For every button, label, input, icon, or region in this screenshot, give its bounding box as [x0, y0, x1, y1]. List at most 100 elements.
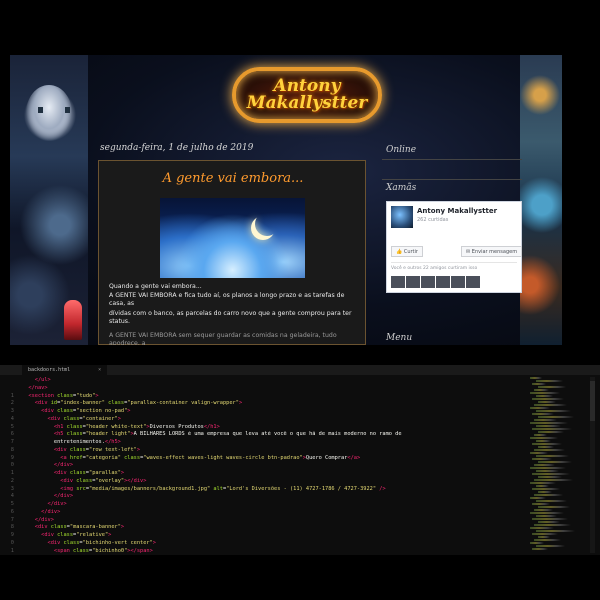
- code-token: <h5: [53, 431, 67, 438]
- code-line[interactable]: <div class="overlay"></div>: [22, 478, 527, 486]
- code-token: >: [108, 532, 112, 538]
- minimap-line: [536, 395, 553, 397]
- minimap[interactable]: [530, 377, 575, 553]
- code-token: "categoria": [85, 454, 125, 461]
- line-number: [0, 377, 20, 385]
- code-line[interactable]: <div class="relative">: [22, 532, 527, 540]
- widget-title-xamas: Xamãs: [386, 183, 417, 193]
- fb-like-label: Curtir: [403, 249, 418, 255]
- code-token: <div: [41, 532, 58, 538]
- code-line[interactable]: <div class="row text-left">: [22, 447, 527, 455]
- code-line[interactable]: </div>: [22, 501, 527, 509]
- code-area[interactable]: </ul> </nav> <section class="tudo"> <div…: [22, 377, 527, 555]
- minimap-line: [532, 548, 548, 550]
- fb-page-name[interactable]: Antony Makallystter: [417, 207, 497, 215]
- line-number: 4: [10, 415, 14, 422]
- code-token: <div: [53, 470, 70, 476]
- post-body: Quando a gente vai embora... A GENTE VAI…: [109, 283, 359, 345]
- code-token: </div>: [53, 462, 74, 469]
- minimap-line: [534, 509, 554, 511]
- minimap-line: [538, 491, 553, 493]
- line-number: 1: [10, 547, 14, 554]
- fb-message-button[interactable]: ✉ Enviar mensagem: [461, 246, 523, 257]
- code-token: class: [108, 400, 125, 407]
- code-token: >: [238, 400, 243, 407]
- friend-avatar[interactable]: [406, 276, 420, 288]
- code-line[interactable]: <h1 class="header white-text">Diversos P…: [22, 424, 527, 432]
- code-token: <span: [53, 547, 74, 554]
- code-token: class: [69, 446, 86, 453]
- code-token: class: [66, 423, 83, 430]
- code-token: </div>: [34, 516, 54, 523]
- code-line[interactable]: <div class="bichinho-vert center">: [22, 540, 527, 548]
- minimap-line: [536, 515, 557, 517]
- close-icon[interactable]: ×: [98, 367, 101, 373]
- scrollbar-thumb[interactable]: [590, 381, 595, 421]
- code-line[interactable]: <span class="bichinho0"></span>: [22, 548, 527, 556]
- avatar[interactable]: [391, 206, 413, 228]
- code-line[interactable]: <img src="media/images/banners/backgroun…: [22, 486, 527, 494]
- right-wallpaper-image: [520, 55, 562, 345]
- post-line-faded: A GENTE VAI EMBORA sem sequer guardar as…: [109, 332, 337, 345]
- tab-backdoors-html[interactable]: backdoors.html ×: [22, 365, 108, 375]
- widget-title-online: Online: [386, 145, 417, 155]
- post-line: Quando a gente vai embora...: [109, 283, 202, 290]
- code-token: class: [50, 524, 67, 531]
- code-line[interactable]: <section class="tudo">: [22, 393, 527, 401]
- code-line[interactable]: </nav>: [22, 385, 527, 393]
- widget-divider: [382, 179, 522, 180]
- code-line[interactable]: </div>: [22, 462, 527, 470]
- code-line[interactable]: entretenimentos.</h5>: [22, 439, 527, 447]
- minimap-line: [536, 380, 563, 382]
- code-line[interactable]: </div>: [22, 509, 527, 517]
- post-title[interactable]: A gente vai embora...: [99, 171, 367, 186]
- site-logo[interactable]: Antony Makallystter: [232, 67, 382, 123]
- code-line[interactable]: <div id="index-banner" class="parallax-c…: [22, 400, 527, 408]
- minimap-line: [530, 467, 566, 469]
- code-token: "tudo": [76, 392, 96, 399]
- friend-avatar[interactable]: [451, 276, 465, 288]
- code-line[interactable]: <div class="container">: [22, 416, 527, 424]
- minimap-line: [530, 422, 568, 424]
- fb-like-button[interactable]: 👍 Curtir: [391, 246, 423, 257]
- minimap-line: [538, 401, 557, 403]
- code-token: class: [57, 408, 74, 414]
- code-line[interactable]: </ul>: [22, 377, 527, 385]
- code-token: class: [57, 392, 74, 399]
- code-token: "section no-pad": [76, 408, 128, 414]
- minimap-line: [530, 392, 560, 394]
- minimap-line: [536, 470, 559, 472]
- code-line[interactable]: <a href="categoria" class="waves-effect …: [22, 455, 527, 463]
- minimap-line: [534, 464, 556, 466]
- minimap-line: [530, 542, 544, 544]
- minimap-line: [538, 506, 571, 508]
- friend-avatar[interactable]: [391, 276, 405, 288]
- code-line[interactable]: <h5 class="header light">A BILHARES LORD…: [22, 431, 527, 439]
- line-number: 3: [10, 408, 14, 414]
- code-line[interactable]: <div class="mascara-banner">: [22, 524, 527, 532]
- minimap-line: [538, 461, 573, 463]
- code-line[interactable]: <div class="parallax">: [22, 470, 527, 478]
- minimap-line: [534, 524, 572, 526]
- code-line[interactable]: <div class="section no-pad">: [22, 408, 527, 416]
- code-line[interactable]: </div>: [22, 517, 527, 525]
- line-number: 0: [10, 539, 14, 546]
- code-line[interactable]: </div>: [22, 493, 527, 501]
- minimap-line: [536, 545, 565, 547]
- vertical-scrollbar[interactable]: [590, 377, 595, 553]
- friend-avatar[interactable]: [436, 276, 450, 288]
- code-token: <div: [47, 539, 64, 546]
- friend-avatar[interactable]: [466, 276, 480, 288]
- minimap-line: [532, 518, 568, 520]
- code-token: entretenimentos.: [22, 439, 105, 445]
- minimap-line: [536, 500, 567, 502]
- code-token: class: [63, 539, 80, 546]
- friend-avatar[interactable]: [421, 276, 435, 288]
